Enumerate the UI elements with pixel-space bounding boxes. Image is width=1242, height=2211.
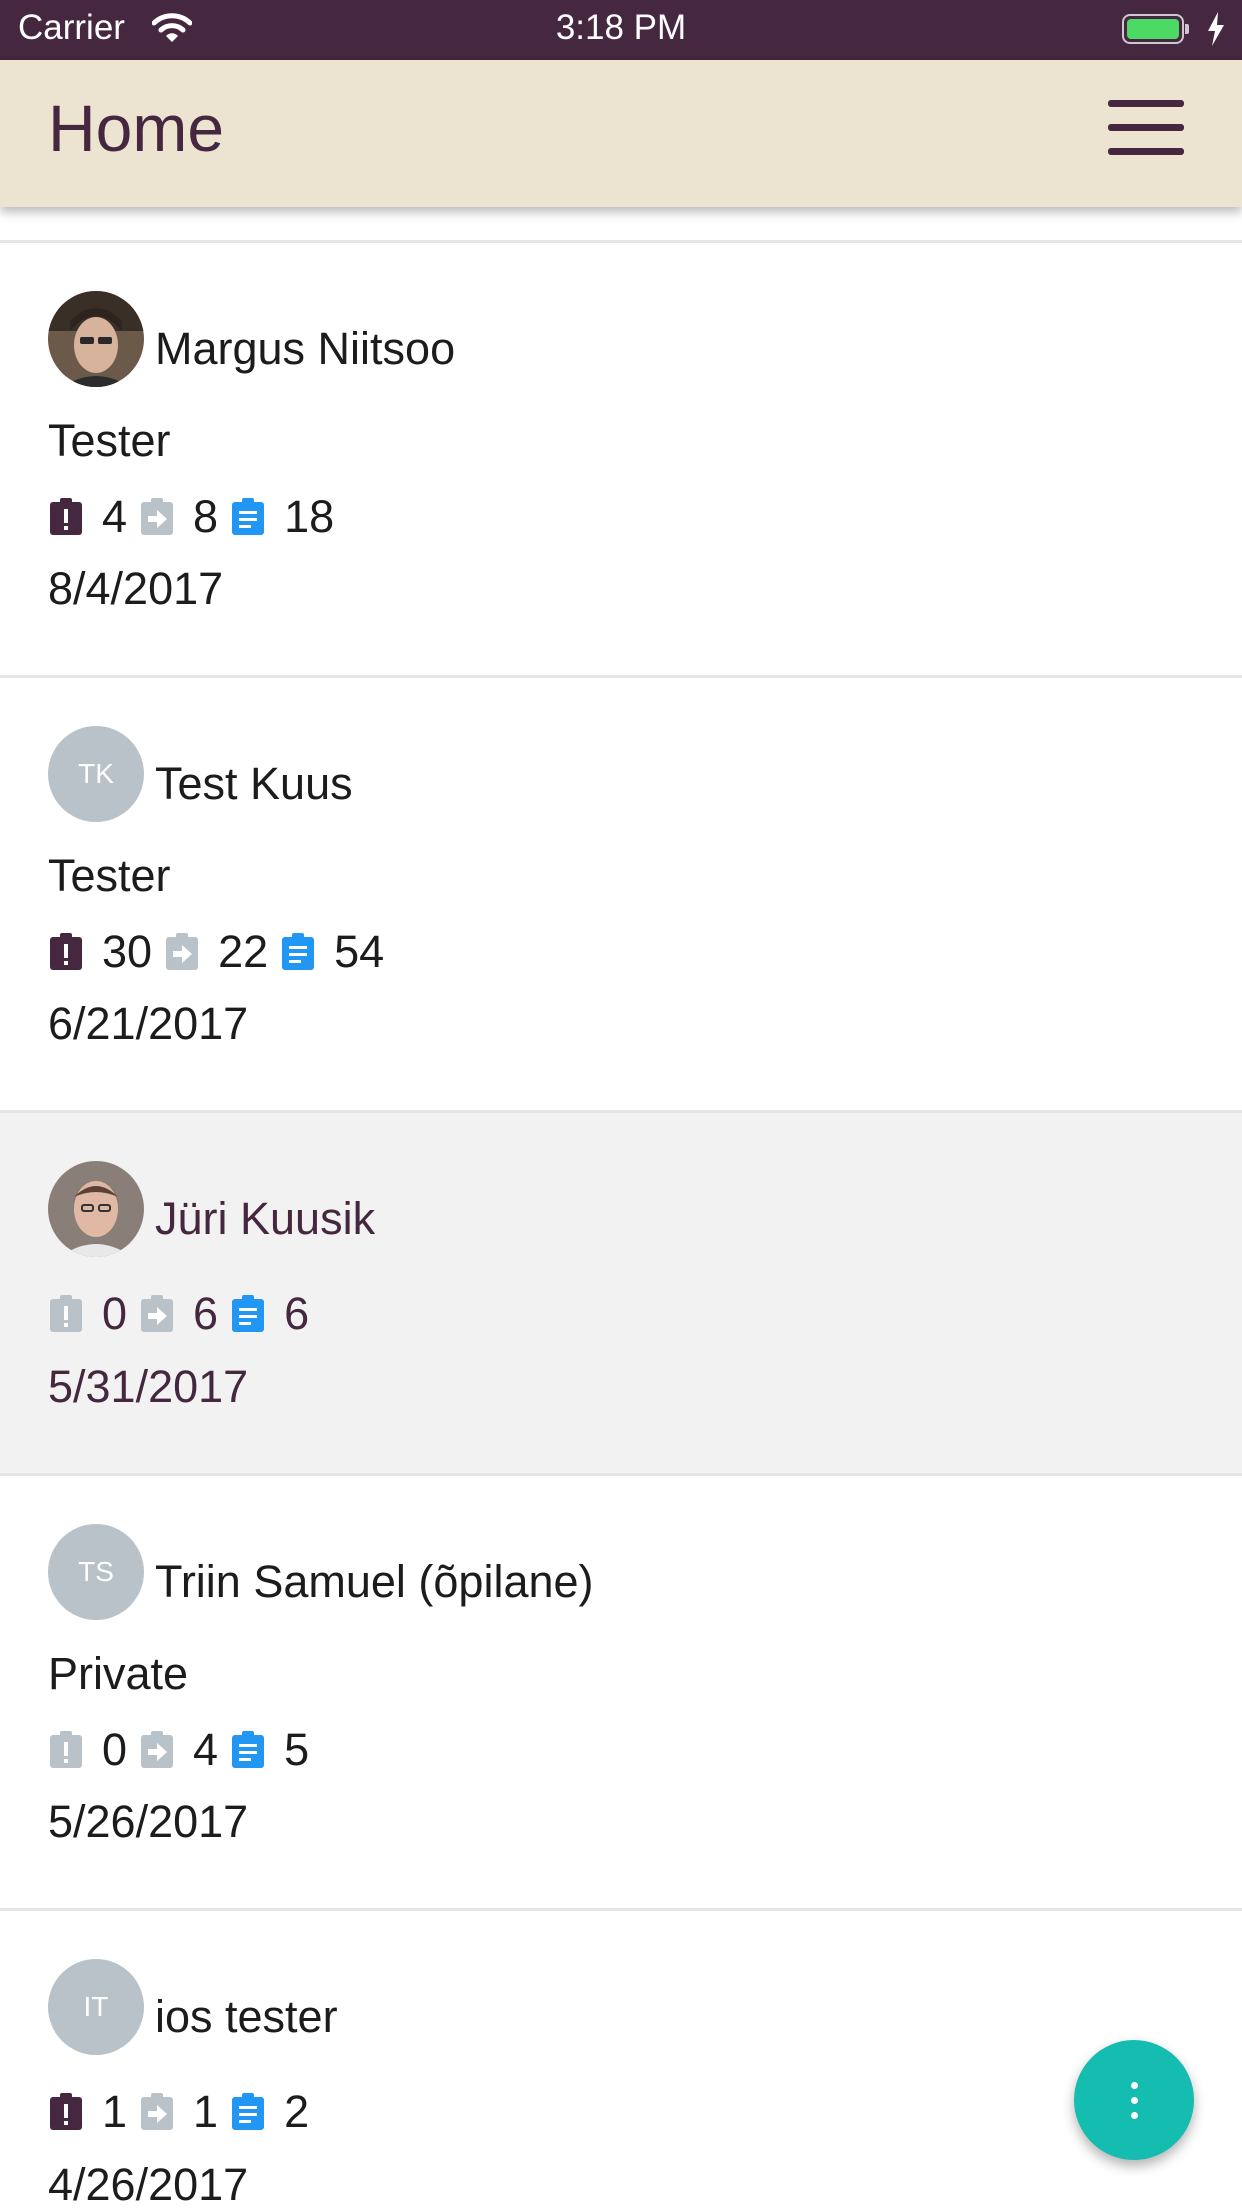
avatar: IT bbox=[48, 1959, 144, 2055]
contact-date: 8/4/2017 bbox=[48, 563, 224, 614]
avatar bbox=[48, 291, 144, 387]
charging-icon bbox=[1206, 12, 1226, 51]
contact-name: ios tester bbox=[155, 1991, 338, 2042]
issue-icon bbox=[48, 1295, 84, 1333]
status-time: 3:18 PM bbox=[555, 8, 687, 47]
avatar: TS bbox=[48, 1524, 144, 1620]
issue-icon bbox=[48, 498, 84, 536]
tasks-count: 6 bbox=[193, 1288, 219, 1339]
issues-count: 0 bbox=[102, 1724, 128, 1775]
task-icon bbox=[139, 498, 175, 536]
notes-icon bbox=[230, 1295, 266, 1333]
notes-count: 54 bbox=[334, 926, 385, 977]
notes-icon bbox=[230, 1731, 266, 1769]
app-bar: Home bbox=[0, 60, 1242, 207]
notes-count: 5 bbox=[284, 1724, 310, 1775]
more-actions-button[interactable] bbox=[1074, 2040, 1194, 2160]
tasks-count: 22 bbox=[218, 926, 269, 977]
contact-stats: 4 8 18 bbox=[48, 491, 346, 543]
notes-count: 2 bbox=[284, 2086, 310, 2137]
list-item[interactable]: Jüri Kuusik 0 6 6 5/31/2017 bbox=[0, 1113, 1242, 1476]
issues-count: 0 bbox=[102, 1288, 128, 1339]
contact-stats: 0 4 5 bbox=[48, 1724, 321, 1776]
tasks-count: 1 bbox=[193, 2086, 219, 2137]
list-item[interactable]: TK Test Kuus Tester 30 22 54 6/21/2017 bbox=[0, 678, 1242, 1113]
contact-role: Private bbox=[48, 1648, 189, 1699]
task-icon bbox=[139, 1731, 175, 1769]
issues-count: 4 bbox=[102, 491, 128, 542]
tasks-count: 4 bbox=[193, 1724, 219, 1775]
contact-name: Jüri Kuusik bbox=[155, 1193, 376, 1244]
contact-stats: 30 22 54 bbox=[48, 926, 396, 978]
task-icon bbox=[139, 1295, 175, 1333]
contact-role: Tester bbox=[48, 415, 171, 466]
issue-icon bbox=[48, 2093, 84, 2131]
contact-name: Triin Samuel (õpilane) bbox=[155, 1556, 594, 1607]
notes-icon bbox=[230, 2093, 266, 2131]
contact-date: 5/31/2017 bbox=[48, 1361, 249, 1412]
notes-icon bbox=[280, 933, 316, 971]
avatar bbox=[48, 1161, 144, 1257]
issues-count: 30 bbox=[102, 926, 153, 977]
contact-name: Test Kuus bbox=[155, 758, 353, 809]
notes-icon bbox=[230, 498, 266, 536]
page-title: Home bbox=[48, 91, 225, 165]
status-bar: Carrier 3:18 PM bbox=[0, 0, 1242, 60]
contact-stats: 0 6 6 bbox=[48, 1288, 321, 1340]
list-item[interactable]: TS Triin Samuel (õpilane) Private 0 4 5 … bbox=[0, 1476, 1242, 1911]
list-item[interactable]: IT ios tester 1 1 2 4/26/2017 bbox=[0, 1911, 1242, 2210]
contact-name: Margus Niitsoo bbox=[155, 323, 456, 374]
notes-count: 18 bbox=[284, 491, 335, 542]
list-item[interactable]: Margus Niitsoo Tester 4 8 18 8/4/2017 bbox=[0, 243, 1242, 678]
issue-icon bbox=[48, 933, 84, 971]
notes-count: 6 bbox=[284, 1288, 310, 1339]
battery-icon bbox=[1122, 14, 1189, 44]
issue-icon bbox=[48, 1731, 84, 1769]
contact-role: Tester bbox=[48, 850, 171, 901]
contact-date: 5/26/2017 bbox=[48, 1796, 249, 1847]
hamburger-menu-icon[interactable] bbox=[1108, 100, 1184, 156]
contact-stats: 1 1 2 bbox=[48, 2086, 321, 2138]
task-icon bbox=[164, 933, 200, 971]
contact-date: 6/21/2017 bbox=[48, 998, 249, 1049]
issues-count: 1 bbox=[102, 2086, 128, 2137]
task-icon bbox=[139, 2093, 175, 2131]
avatar: TK bbox=[48, 726, 144, 822]
contact-date: 4/26/2017 bbox=[48, 2159, 249, 2210]
tasks-count: 8 bbox=[193, 491, 219, 542]
